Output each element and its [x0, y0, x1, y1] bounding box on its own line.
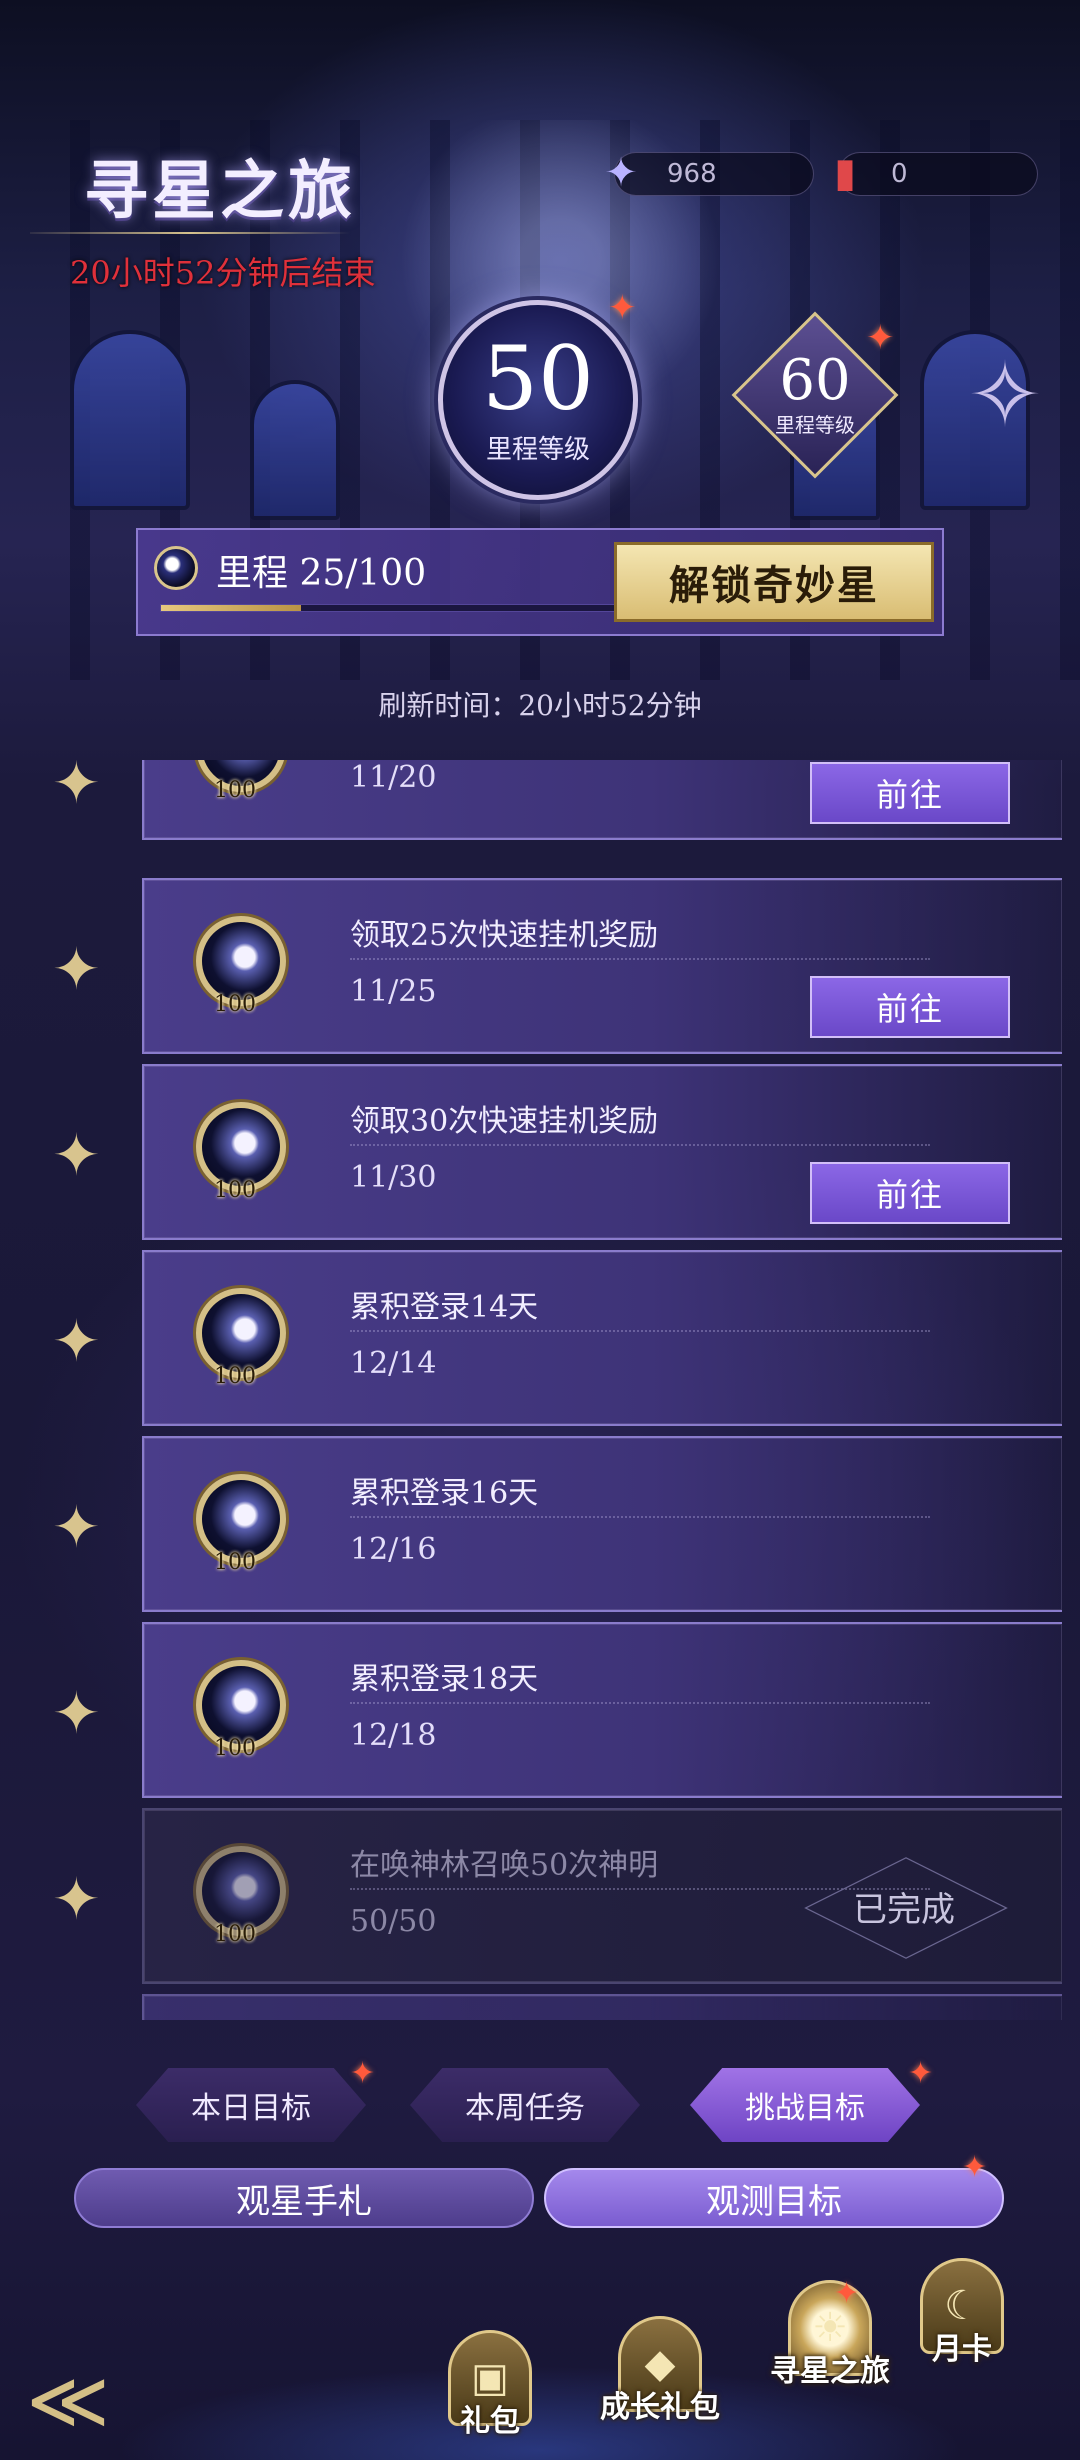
- task-progress: 12/16: [350, 1532, 437, 1567]
- task-row: 100 累积登录14天 12/14: [142, 1250, 1062, 1426]
- sparkle-icon: ✦: [608, 288, 637, 328]
- mileage-coin-icon: [154, 546, 198, 590]
- nav-month-card[interactable]: ☾ 月卡: [920, 2258, 1004, 2368]
- task-name: 在唤神林召唤50次神明: [350, 1848, 659, 1883]
- diamond-star-icon: ✦: [52, 1865, 101, 1933]
- nav-label: 礼包: [460, 2404, 520, 2439]
- ticket-card-icon: ▮: [833, 150, 856, 196]
- subtab-observation-goals[interactable]: 观测目标: [544, 2168, 1004, 2228]
- task-progress: 11/25: [350, 974, 437, 1009]
- event-countdown: 20小时52分钟后结束: [70, 254, 376, 292]
- mileage-label: 里程 25/100: [216, 553, 427, 594]
- completed-label: 已完成: [853, 1889, 955, 1930]
- diamond-star-icon: ✦: [52, 1307, 101, 1375]
- notification-dot-icon: ✦: [908, 2056, 934, 2091]
- diamond-star-icon: ✦: [52, 935, 101, 1003]
- nav-gift-pack[interactable]: ▣ 礼包: [448, 2330, 532, 2440]
- notification-dot-icon: ✦: [350, 2056, 376, 2091]
- task-row: 100 领取30次快速挂机奖励 11/30 前往: [142, 1064, 1062, 1240]
- task-progress: 11/30: [350, 1160, 437, 1195]
- star-crystal-icon: ✦: [604, 150, 638, 196]
- unlock-button[interactable]: 解锁奇妙星: [614, 542, 934, 622]
- task-list[interactable]: ✦ 100 11/20 前往 ✦ 100 领取25次快速挂机奖励 11/25 前…: [0, 760, 1080, 2020]
- currency-value: 968: [667, 159, 717, 189]
- currency-value: 0: [891, 159, 908, 189]
- task-name: 领取25次快速挂机奖励: [350, 918, 659, 953]
- reward-amount: 100: [214, 1178, 256, 1203]
- next-level-number: 60: [779, 347, 851, 413]
- next-rank-emblem-icon[interactable]: ✧: [960, 343, 1050, 448]
- task-row: 100 11/20 前往: [142, 760, 1062, 840]
- reward-amount: 100: [214, 1364, 256, 1389]
- task-name: 累积登录18天: [350, 1662, 539, 1697]
- task-row: 100 累积登录16天 12/16: [142, 1436, 1062, 1612]
- nav-star-journey[interactable]: ☀ 寻星之旅: [770, 2280, 890, 2390]
- divider: [350, 1516, 930, 1518]
- current-level-number: 50: [482, 326, 594, 430]
- reward-amount: 100: [214, 1922, 256, 1947]
- diamond-star-icon: ✦: [52, 1121, 101, 1189]
- current-level-medallion: 50 里程等级: [438, 300, 638, 500]
- diamond-star-icon: ✦: [52, 1493, 101, 1561]
- completed-badge: 已完成: [794, 1866, 1014, 1946]
- go-button[interactable]: 前往: [810, 976, 1010, 1038]
- back-arrow-icon[interactable]: ≪: [18, 2350, 118, 2450]
- tab-challenge-goals[interactable]: 挑战目标: [690, 2068, 920, 2142]
- page-title: 寻星之旅: [84, 154, 356, 229]
- task-name: 领取30次快速挂机奖励: [350, 1104, 659, 1139]
- refresh-time: 刷新时间：20小时52分钟: [378, 689, 702, 722]
- sparkle-icon: ✦: [866, 318, 895, 358]
- task-name: 累积登录16天: [350, 1476, 539, 1511]
- next-level-label: 里程等级: [775, 412, 855, 437]
- reward-amount: 100: [214, 992, 256, 1017]
- divider: [350, 1144, 930, 1146]
- task-progress: 50/50: [350, 1904, 437, 1939]
- divider: [350, 958, 930, 960]
- task-name: 累积登录14天: [350, 1290, 539, 1325]
- task-progress: 12/18: [350, 1718, 437, 1753]
- notification-dot-icon: ✦: [962, 2150, 988, 2185]
- title-divider: [30, 232, 350, 234]
- nav-label: 成长礼包: [600, 2390, 720, 2425]
- mileage-progress-fill: [161, 605, 301, 611]
- notification-dot-icon: ✦: [834, 2276, 860, 2311]
- tab-weekly-tasks[interactable]: 本周任务: [410, 2068, 640, 2142]
- tab-daily-goals[interactable]: 本日目标: [136, 2068, 366, 2142]
- mileage-panel: 里程 25/100 + 解锁奇妙星: [136, 528, 944, 636]
- subtab-star-journal[interactable]: 观星手札: [74, 2168, 534, 2228]
- stained-window: [250, 380, 340, 520]
- divider: [350, 1702, 930, 1704]
- currency-star-crystal[interactable]: ✦ 968: [604, 150, 814, 196]
- divider: [350, 1330, 930, 1332]
- current-level-label: 里程等级: [485, 434, 590, 465]
- task-row: 100 累积登录18天 12/18: [142, 1622, 1062, 1798]
- diamond-star-icon: ✦: [52, 760, 101, 817]
- task-progress: 11/20: [350, 760, 437, 795]
- nav-backdrop: [0, 2250, 1080, 2460]
- reward-amount: 100: [214, 1736, 256, 1761]
- stained-window: [70, 330, 190, 510]
- reward-amount: 100: [214, 1550, 256, 1575]
- nav-label: 寻星之旅: [770, 2354, 890, 2389]
- go-button[interactable]: 前往: [810, 1162, 1010, 1224]
- go-button[interactable]: 前往: [810, 762, 1010, 824]
- task-row: [142, 1994, 1062, 2020]
- diamond-star-icon: ✦: [52, 1679, 101, 1747]
- task-row-completed: 100 在唤神林召唤50次神明 50/50 已完成: [142, 1808, 1062, 1984]
- reward-amount: 100: [214, 778, 256, 803]
- currency-ticket[interactable]: ▮ 0: [834, 150, 1038, 196]
- nav-label: 月卡: [932, 2332, 992, 2367]
- nav-growth-pack[interactable]: ◆ 成长礼包: [600, 2316, 720, 2426]
- task-row: 100 领取25次快速挂机奖励 11/25 前往: [142, 878, 1062, 1054]
- task-progress: 12/14: [350, 1346, 437, 1381]
